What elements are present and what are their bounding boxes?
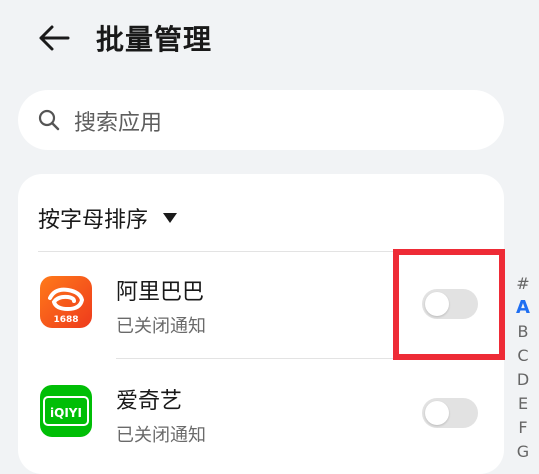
index-letter[interactable]: E [510, 392, 536, 416]
top-bar: 批量管理 [0, 0, 539, 76]
triangle-down-icon [163, 213, 178, 223]
search-icon [38, 109, 60, 131]
app-name: 阿里巴巴 [116, 280, 205, 305]
index-letter-active[interactable]: A [510, 296, 536, 320]
index-letter[interactable]: B [510, 320, 536, 344]
index-letter[interactable]: G [510, 440, 536, 464]
search-input[interactable]: 搜索应用 [18, 90, 504, 150]
index-letter[interactable]: C [510, 344, 536, 368]
app-name: 爱奇艺 [116, 389, 183, 414]
index-letter[interactable]: # [510, 272, 536, 296]
list-item[interactable]: iQIYI 爱奇艺 已关闭通知 [18, 359, 504, 467]
iqiyi-icon-text: iQIYI [50, 406, 82, 420]
sort-dropdown[interactable]: 按字母排序 [38, 202, 178, 234]
iqiyi-app-icon: iQIYI [40, 385, 92, 437]
search-placeholder: 搜索应用 [74, 111, 163, 136]
app-status: 已关闭通知 [116, 425, 206, 446]
alibaba-icon-text: 1688 [53, 315, 78, 325]
app-status: 已关闭通知 [116, 316, 206, 337]
alibaba-app-icon: 1688 [40, 276, 92, 328]
back-arrow-icon [39, 25, 70, 51]
sort-label: 按字母排序 [38, 208, 149, 233]
toggle-knob [425, 401, 449, 425]
page-title: 批量管理 [96, 23, 213, 56]
back-button[interactable] [36, 22, 72, 54]
notification-toggle[interactable] [422, 398, 478, 428]
index-letter[interactable]: F [510, 416, 536, 440]
index-letter[interactable]: D [510, 368, 536, 392]
alphabet-index-bar[interactable]: # A B C D E F G [510, 272, 536, 464]
highlight-box [393, 249, 505, 360]
